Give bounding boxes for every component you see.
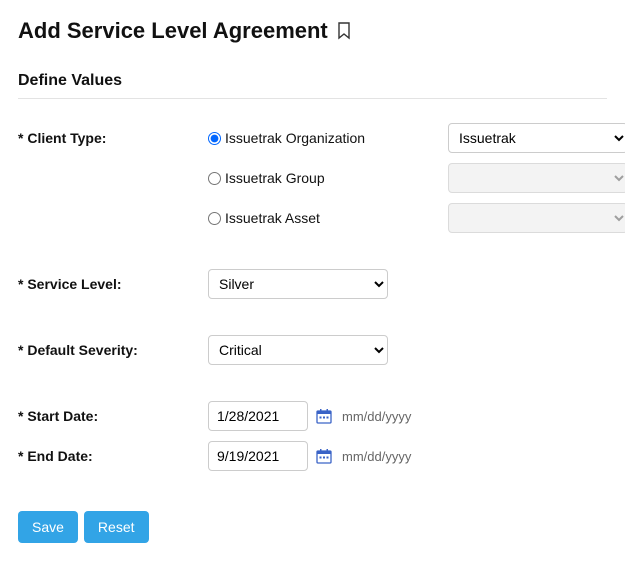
radio-asset-label: Issuetrak Asset xyxy=(225,210,320,226)
client-type-label: * Client Type: xyxy=(18,130,208,146)
page-title-text: Add Service Level Agreement xyxy=(18,18,328,44)
page-title: Add Service Level Agreement xyxy=(18,18,607,44)
default-severity-select[interactable]: Critical xyxy=(208,335,388,365)
asset-select[interactable] xyxy=(448,203,625,233)
save-button[interactable]: Save xyxy=(18,511,78,543)
client-type-group-option: Issuetrak Group xyxy=(208,170,325,186)
section-title: Define Values xyxy=(18,72,607,90)
radio-group[interactable] xyxy=(208,172,221,185)
client-type-row-asset: Issuetrak Asset xyxy=(18,203,607,233)
start-date-label: * Start Date: xyxy=(18,408,208,424)
client-type-asset-option: Issuetrak Asset xyxy=(208,210,320,226)
radio-org[interactable] xyxy=(208,132,221,145)
start-date-row: * Start Date: mm/dd/yyyy xyxy=(18,401,607,431)
section-divider xyxy=(18,98,607,99)
start-date-input[interactable] xyxy=(208,401,308,431)
radio-group-label: Issuetrak Group xyxy=(225,170,325,186)
group-select[interactable] xyxy=(448,163,625,193)
radio-org-label: Issuetrak Organization xyxy=(225,130,365,146)
radio-asset[interactable] xyxy=(208,212,221,225)
end-date-row: * End Date: mm/dd/yyyy xyxy=(18,441,607,471)
end-date-label: * End Date: xyxy=(18,448,208,464)
client-type-org-option: Issuetrak Organization xyxy=(208,130,365,146)
org-select[interactable]: Issuetrak xyxy=(448,123,625,153)
service-level-label: * Service Level: xyxy=(18,276,208,292)
client-type-row-group: Issuetrak Group xyxy=(18,163,607,193)
calendar-icon[interactable] xyxy=(316,448,332,464)
date-format-hint: mm/dd/yyyy xyxy=(342,449,411,464)
reset-button[interactable]: Reset xyxy=(84,511,149,543)
bookmark-icon[interactable] xyxy=(336,22,352,40)
service-level-select[interactable]: Silver xyxy=(208,269,388,299)
button-row: Save Reset xyxy=(18,511,607,543)
calendar-icon[interactable] xyxy=(316,408,332,424)
client-type-row-org: * Client Type: Issuetrak Organization Is… xyxy=(18,123,607,153)
date-format-hint: mm/dd/yyyy xyxy=(342,409,411,424)
default-severity-label: * Default Severity: xyxy=(18,342,208,358)
service-level-row: * Service Level: Silver xyxy=(18,269,607,299)
end-date-input[interactable] xyxy=(208,441,308,471)
default-severity-row: * Default Severity: Critical xyxy=(18,335,607,365)
